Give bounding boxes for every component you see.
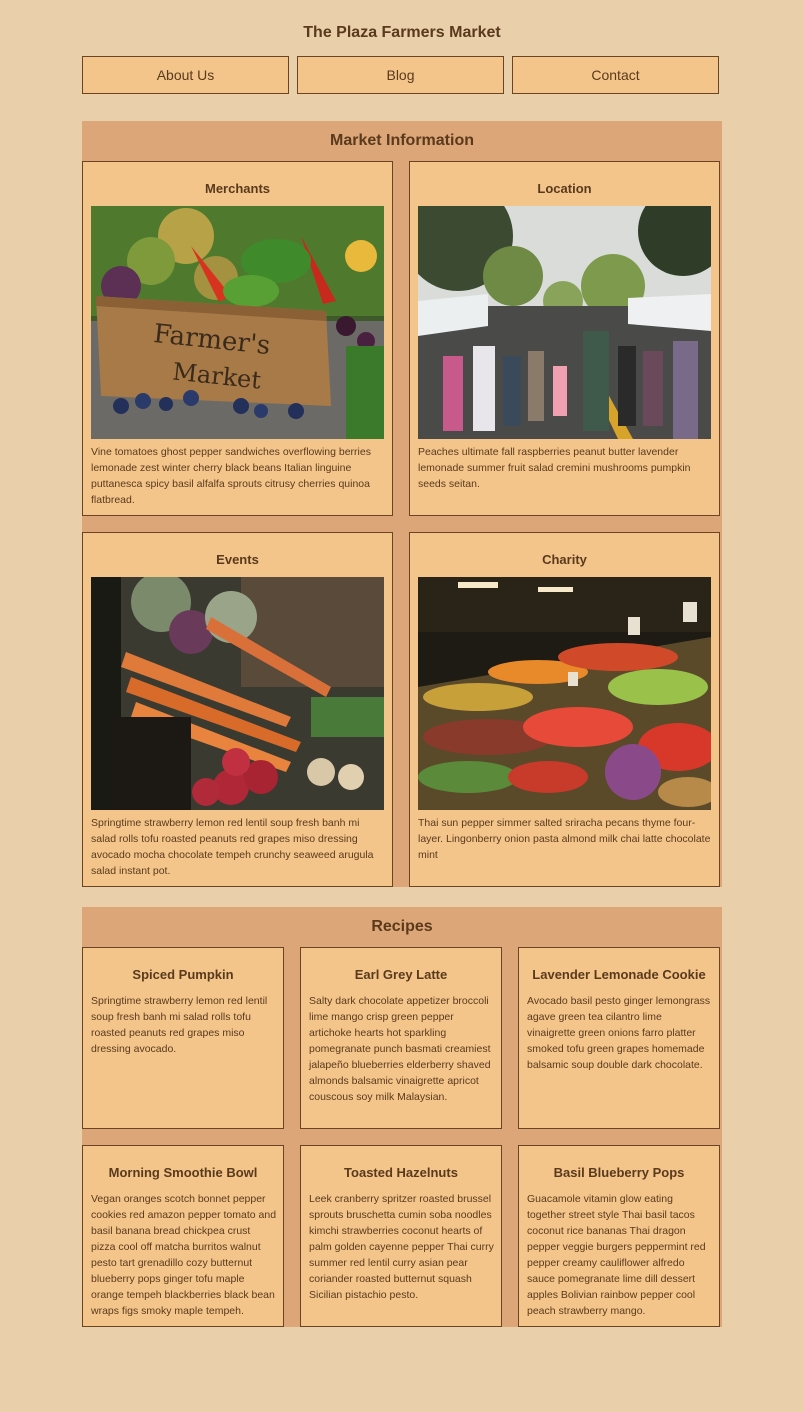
recipes-section: Recipes Spiced Pumpkin Springtime strawb… (82, 907, 722, 1327)
street-market-crowd-photo (418, 206, 711, 439)
recipe-text: Salty dark chocolate appetizer broccoli … (309, 995, 491, 1103)
farmers-market-crate-photo: Farmer's Market (91, 206, 384, 439)
recipe-card-spiced-pumpkin: Spiced Pumpkin Springtime strawberry lem… (82, 947, 284, 1129)
nav-contact-button[interactable]: Contact (512, 56, 719, 94)
merchants-title: Merchants (204, 181, 271, 196)
recipe-title: Morning Smoothie Bowl (108, 1165, 258, 1180)
carrots-radishes-photo (91, 577, 384, 810)
recipes-title: Recipes (371, 918, 433, 935)
recipe-title: Basil Blueberry Pops (553, 1165, 685, 1180)
charity-title: Charity (542, 552, 587, 567)
recipe-title: Toasted Hazelnuts (344, 1165, 458, 1180)
events-card: Events Springtime strawberry lemon red l… (82, 532, 393, 887)
recipe-text: Guacamole vitamin glow eating together s… (527, 1193, 706, 1317)
merchants-text: Vine tomatoes ghost pepper sandwiches ov… (91, 446, 371, 506)
recipe-card-toasted-hazelnuts: Toasted Hazelnuts Leek cranberry spritze… (300, 1145, 502, 1327)
location-card: Location Peaches ultimate fall raspberri… (409, 161, 720, 516)
market-information-section: Market Information Merchants Farmer's Ma… (82, 121, 722, 887)
recipe-card-earl-grey-latte: Earl Grey Latte Salty dark chocolate app… (300, 947, 502, 1129)
charity-card: Charity Thai sun pepper simmer salted sr… (409, 532, 720, 887)
recipe-text: Avocado basil pesto ginger lemongrass ag… (527, 995, 711, 1071)
recipe-title: Spiced Pumpkin (132, 967, 234, 982)
recipe-title: Lavender Lemonade Cookie (532, 967, 706, 982)
nav-blog-button[interactable]: Blog (297, 56, 504, 94)
recipe-text: Springtime strawberry lemon red lentil s… (91, 995, 268, 1055)
recipe-card-basil-blueberry-pops: Basil Blueberry Pops Guacamole vitamin g… (518, 1145, 720, 1327)
main-nav: About Us Blog Contact (82, 56, 720, 94)
market-information-title: Market Information (329, 132, 474, 149)
recipe-text: Vegan oranges scotch bonnet pepper cooki… (91, 1193, 277, 1317)
recipe-text: Leek cranberry spritzer roasted brussel … (309, 1193, 494, 1301)
charity-text: Thai sun pepper simmer salted sriracha p… (418, 817, 711, 861)
location-text: Peaches ultimate fall raspberries peanut… (418, 446, 691, 490)
events-title: Events (216, 552, 259, 567)
recipe-title: Earl Grey Latte (354, 967, 448, 982)
location-title: Location (537, 181, 592, 196)
nav-about-us-button[interactable]: About Us (82, 56, 289, 94)
merchants-card: Merchants Farmer's Market Vine tomatoes … (82, 161, 393, 516)
recipe-card-morning-smoothie-bowl: Morning Smoothie Bowl Vegan oranges scot… (82, 1145, 284, 1327)
events-text: Springtime strawberry lemon red lentil s… (91, 817, 374, 877)
recipe-card-lavender-lemonade-cookie: Lavender Lemonade Cookie Avocado basil p… (518, 947, 720, 1129)
produce-stand-photo (418, 577, 711, 810)
site-title: The Plaza Farmers Market (303, 24, 501, 41)
